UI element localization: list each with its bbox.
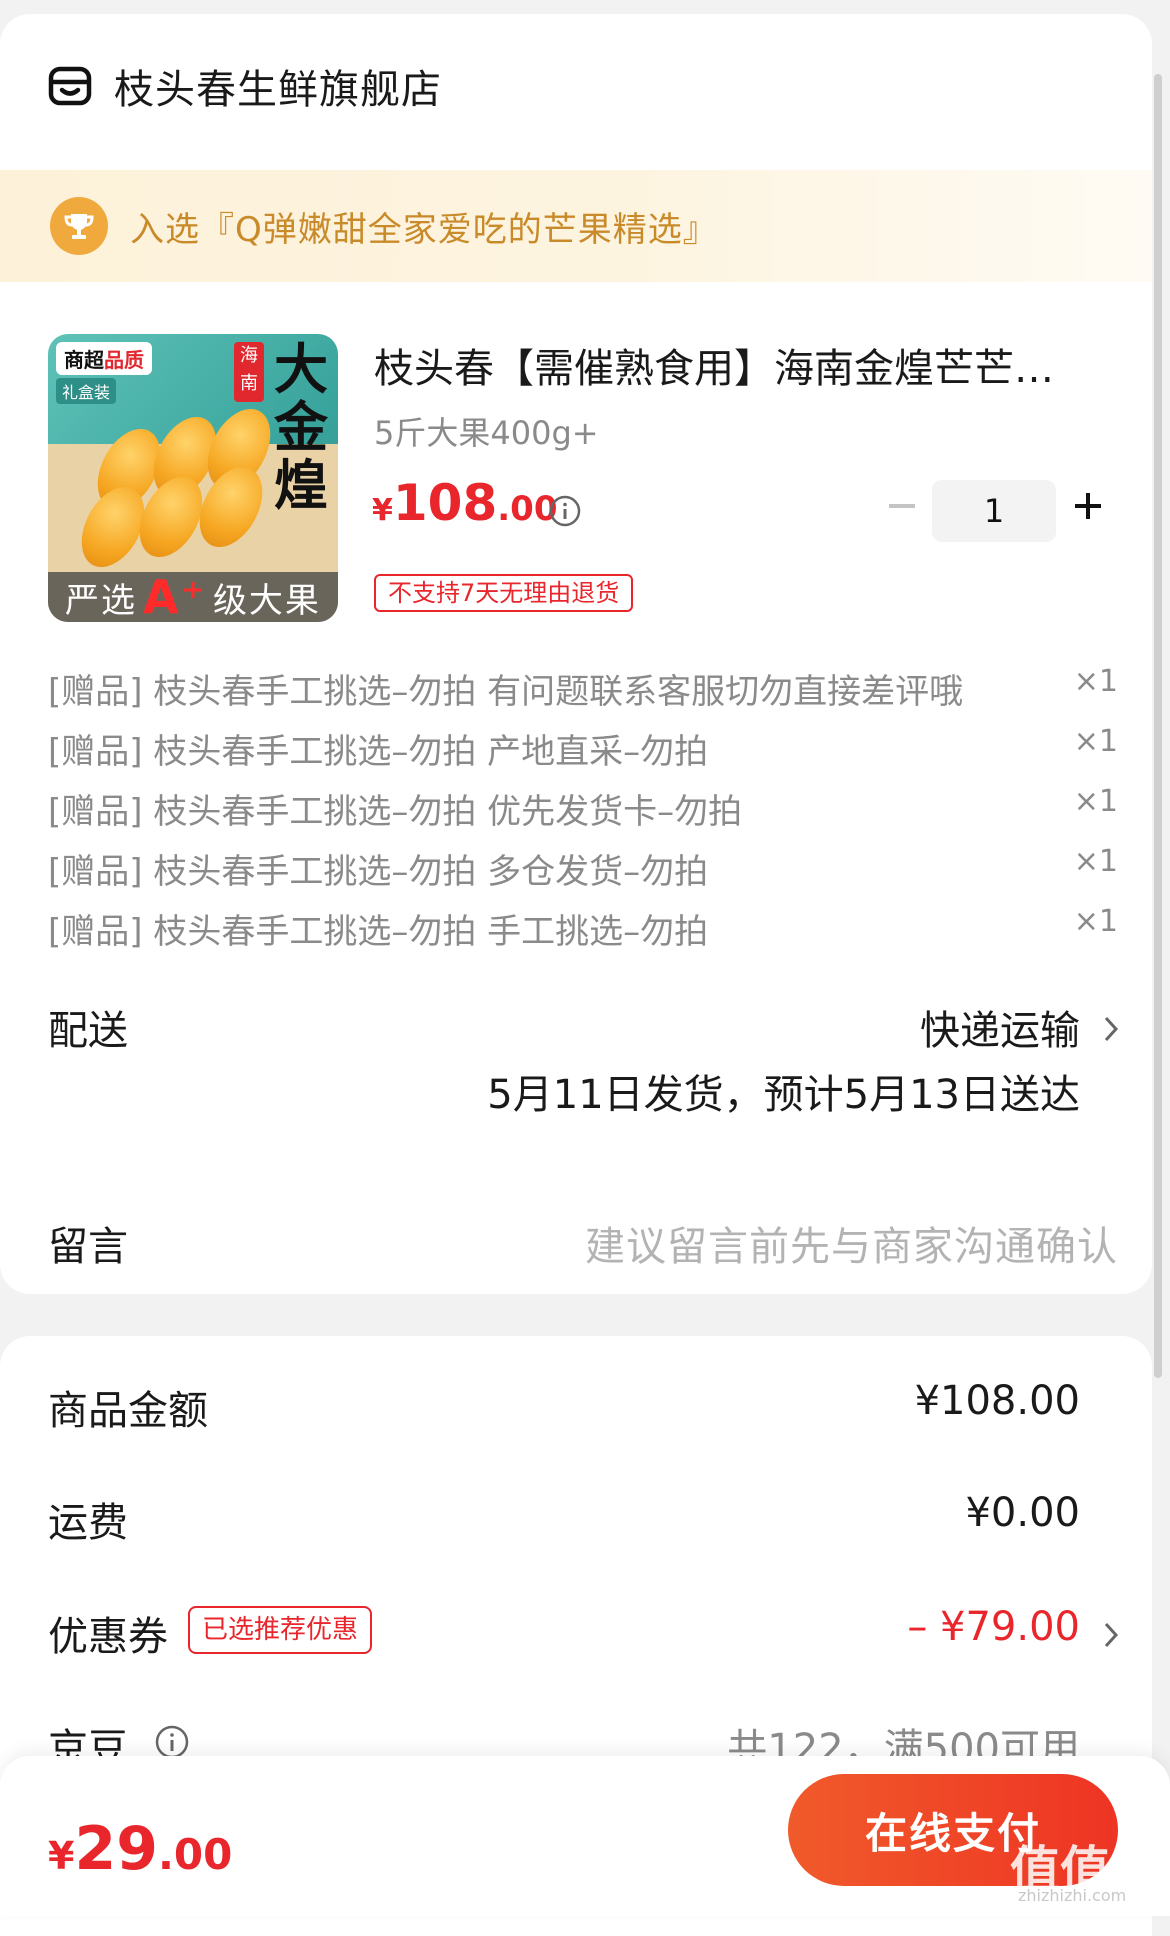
product-price: ¥108.00 [372, 474, 558, 532]
product-image[interactable]: 商超品质 礼盒装 海南 大金煌 严选 A⁺ 级大果 [48, 334, 338, 622]
quantity-value[interactable]: 1 [932, 480, 1056, 542]
delivery-method[interactable]: 快递运输 [920, 998, 1080, 1056]
delivery-label: 配送 [48, 1008, 128, 1054]
gift-item: [赠品] 枝头春手工挑选–勿拍 优先发货卡–勿拍 ×1 [48, 784, 1118, 832]
chevron-right-icon[interactable] [1100, 1620, 1122, 1650]
note-input[interactable]: 建议留言前先与商家沟通确认 [585, 1214, 1118, 1272]
quantity-increase-button[interactable] [1070, 488, 1106, 524]
shipping-value: ¥0.00 [965, 1490, 1080, 1536]
scrollbar[interactable] [1154, 74, 1162, 1378]
jd-info-icon[interactable] [154, 1724, 190, 1760]
image-footer: 严选 A⁺ 级大果 [48, 570, 338, 622]
store-name: 枝头春生鲜旗舰店 [114, 67, 442, 113]
price-info-icon[interactable] [548, 494, 582, 528]
store-icon [48, 66, 92, 106]
return-policy-tag: 不支持7天无理由退货 [374, 574, 634, 612]
origin-seal: 海南 [234, 342, 264, 402]
note-label: 留言 [48, 1224, 128, 1270]
trophy-icon [50, 197, 108, 255]
coupon-value[interactable]: – ¥79.00 [907, 1604, 1080, 1650]
gift-item: [赠品] 枝头春手工挑选–勿拍 产地直采–勿拍 ×1 [48, 724, 1118, 772]
image-big-title: 大金煌 [274, 337, 328, 517]
goods-amount-value: ¥108.00 [914, 1378, 1080, 1424]
image-subtag: 礼盒装 [56, 378, 117, 404]
product-title[interactable]: 枝头春【需催熟食用】海南金煌芒芒… [374, 336, 1094, 394]
watermark-url: zhizhizhi.com [1018, 1886, 1127, 1905]
image-tag: 商超品质 [56, 342, 152, 375]
store-header[interactable]: 枝头春生鲜旗舰店 [48, 56, 442, 116]
coupon-label: 优惠券 [48, 1614, 168, 1660]
quantity-decrease-button[interactable] [884, 488, 920, 524]
banner-text: 入选『Q弹嫩甜全家爱吃的芒果精选』 [130, 209, 718, 250]
delivery-date: 5月11日发货，预计5月13日送达 [487, 1072, 1080, 1118]
collection-banner[interactable]: 入选『Q弹嫩甜全家爱吃的芒果精选』 [0, 170, 1152, 282]
coupon-tag: 已选推荐优惠 [188, 1606, 373, 1654]
chevron-right-icon[interactable] [1100, 1014, 1122, 1044]
gift-item: [赠品] 枝头春手工挑选–勿拍 手工挑选–勿拍 ×1 [48, 904, 1118, 952]
goods-amount-label: 商品金额 [48, 1388, 208, 1434]
product-spec[interactable]: 5斤大果400g+ [374, 408, 599, 454]
gift-item: [赠品] 枝头春手工挑选–勿拍 多仓发货–勿拍 ×1 [48, 844, 1118, 892]
checkout-bar: ¥29.00 在线支付 值值值 zhizhizhi.com [0, 1756, 1170, 1916]
shipping-label: 运费 [48, 1500, 128, 1546]
gift-item: [赠品] 枝头春手工挑选–勿拍 有问题联系客服切勿直接差评哦 ×1 [48, 664, 1118, 712]
total-price: ¥29.00 [48, 1814, 233, 1884]
